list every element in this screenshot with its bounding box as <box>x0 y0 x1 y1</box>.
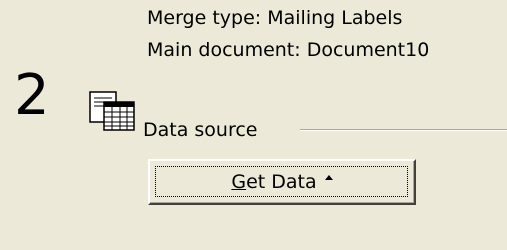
section-divider <box>300 129 507 131</box>
get-data-button-label: Get Data <box>231 170 333 194</box>
data-table-document-icon <box>89 91 135 131</box>
accelerator-key: G <box>231 171 247 193</box>
merge-type-text: Merge type: Mailing Labels <box>147 7 403 29</box>
main-document-text: Main document: Document10 <box>147 39 430 61</box>
data-source-label: Data source <box>143 119 258 141</box>
get-data-label-text: et Data <box>246 171 317 193</box>
get-data-button[interactable]: Get Data <box>148 159 416 205</box>
mail-merge-step-panel: Merge type: Mailing Labels Main document… <box>0 0 507 250</box>
step-number: 2 <box>14 63 50 128</box>
dropdown-caret-icon <box>324 175 333 180</box>
